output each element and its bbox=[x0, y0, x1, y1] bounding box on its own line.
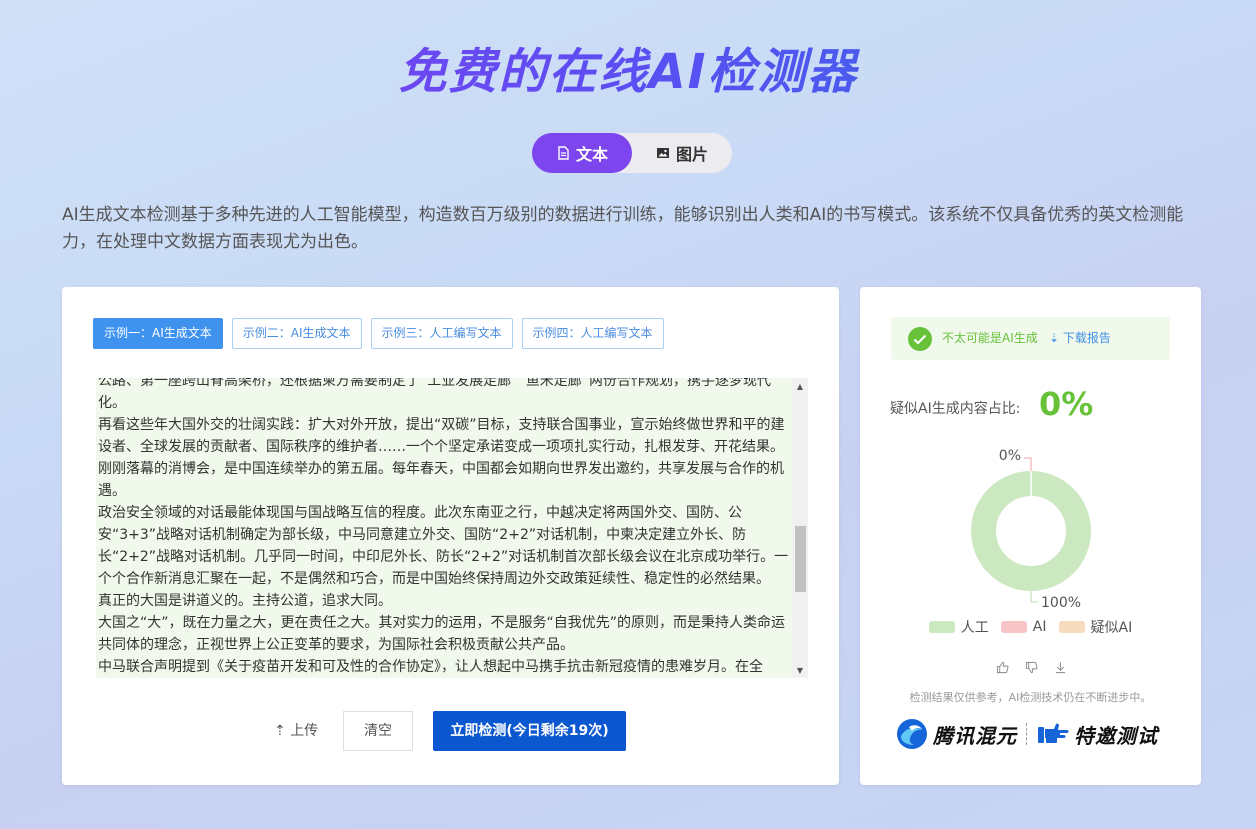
document-icon bbox=[558, 146, 569, 160]
scroll-up-arrow-icon[interactable]: ▲ bbox=[792, 378, 808, 394]
donut-slice-人工 bbox=[971, 471, 1091, 591]
result-status: 不太可能是AI生成 bbox=[942, 331, 1038, 345]
legend-label: 人工 bbox=[960, 620, 989, 636]
tab-text-label: 文本 bbox=[575, 145, 608, 164]
text-paragraph: 中马联合声明提到《关于疫苗开发和可及性的合作协定》，让人想起中马携手抗击新冠疫情… bbox=[98, 659, 763, 675]
ai-data-label: 0% bbox=[999, 448, 1021, 464]
result-donut-chart: 0% 100% bbox=[971, 448, 1091, 607]
text-paragraph: 大国之“大”，既在力量之大，更在责任之大。其对实力的运用，不是服务“自我优先”的… bbox=[98, 615, 786, 653]
intro-text: AI生成文本检测基于多种先进的人工智能模型，构造数百万级别的数据进行训练，能够识… bbox=[62, 205, 1184, 252]
special-test-text: 特邀测试 bbox=[1074, 723, 1158, 748]
legend-item-疑似AI[interactable]: 疑似AI bbox=[1058, 617, 1133, 637]
result-banner: 不太可能是AI生成 ⇣ 下载报告 bbox=[891, 317, 1170, 360]
check-circle-icon bbox=[908, 327, 932, 351]
brand-divider bbox=[1026, 723, 1027, 745]
legend-swatch bbox=[1058, 621, 1085, 633]
scroll-thumb[interactable] bbox=[795, 526, 806, 592]
action-bar: ⇡ 上传 清空 立即检测(今日剩余19次) bbox=[62, 711, 839, 751]
ai-label-leader bbox=[1024, 457, 1032, 471]
human-label-leader bbox=[1030, 591, 1038, 603]
download-icon: ⇣ bbox=[1049, 331, 1060, 345]
mode-toggle: 文本 图片 bbox=[532, 133, 732, 173]
legend-swatch bbox=[1000, 621, 1027, 633]
hunyuan-brand-text: 腾讯混元 bbox=[933, 723, 1017, 748]
result-panel: 不太可能是AI生成 ⇣ 下载报告 疑似AI生成内容占比: 0% 0% 100% 人… bbox=[860, 287, 1201, 785]
upload-icon: ⇡ bbox=[274, 723, 286, 739]
page-title: 免费的在线AI检测器 bbox=[0, 32, 1256, 102]
clear-button[interactable]: 清空 bbox=[343, 711, 413, 751]
example-buttons: 示例一：AI生成文本 示例二：AI生成文本 示例三：人工编写文本 示例四：人工编… bbox=[93, 318, 664, 349]
legend-label: 疑似AI bbox=[1090, 620, 1133, 636]
thumbs-down-icon[interactable] bbox=[1025, 661, 1038, 674]
download-icon[interactable] bbox=[1054, 661, 1067, 674]
scrollbar[interactable]: ▲ ▼ bbox=[792, 378, 808, 678]
text-paragraph: 公路、第一座跨山脊高架桥，还根据柬方需要制定了“工业发展走廊”“鱼米走廊”两份合… bbox=[98, 378, 772, 411]
chart-legend: 人工 AI 疑似AI bbox=[860, 617, 1201, 637]
text-input[interactable]: 公路、第一座跨山脊高架桥，还根据柬方需要制定了“工业发展走廊”“鱼米走廊”两份合… bbox=[96, 378, 808, 678]
disclaimer: 检测结果仅供参考，AI检测技术仍在不断进步中。 bbox=[909, 691, 1152, 704]
example-1-button[interactable]: 示例一：AI生成文本 bbox=[93, 318, 223, 349]
hunyuan-brand: 腾讯混元 bbox=[896, 718, 1017, 750]
thumbs-up-icon[interactable] bbox=[996, 661, 1009, 674]
legend-item-人工[interactable]: 人工 bbox=[928, 617, 989, 637]
example-2-button[interactable]: 示例二：AI生成文本 bbox=[231, 318, 362, 349]
download-report-label: 下载报告 bbox=[1062, 331, 1111, 345]
brand-bar: 腾讯混元 特邀测试 bbox=[896, 717, 1176, 751]
download-report-link[interactable]: ⇣ 下载报告 bbox=[1049, 317, 1111, 360]
upload-label: 上传 bbox=[290, 723, 319, 739]
tab-image-label: 图片 bbox=[675, 145, 708, 164]
text-paragraph: 政治安全领域的对话最能体现国与国战略互信的程度。此次东南亚之行，中越决定将两国外… bbox=[98, 505, 789, 587]
legend-label: AI bbox=[1032, 619, 1047, 635]
input-panel: 示例一：AI生成文本 示例二：AI生成文本 示例三：人工编写文本 示例四：人工编… bbox=[62, 287, 839, 785]
feedback-icons bbox=[996, 661, 1067, 674]
example-4-button[interactable]: 示例四：人工编写文本 bbox=[521, 318, 664, 349]
ai-ratio-value: 0% bbox=[1039, 385, 1094, 423]
pointing-hand-icon bbox=[1038, 723, 1069, 743]
hunyuan-logo-icon bbox=[897, 719, 927, 749]
text-input-content[interactable]: 公路、第一座跨山脊高架桥，还根据柬方需要制定了“工业发展走廊”“鱼米走廊”两份合… bbox=[96, 378, 792, 678]
legend-swatch bbox=[928, 621, 955, 633]
example-3-button[interactable]: 示例三：人工编写文本 bbox=[370, 318, 513, 349]
text-paragraph: 真正的大国是讲道义的。主持公道，追求大同。 bbox=[98, 593, 392, 609]
upload-button[interactable]: ⇡ 上传 bbox=[274, 711, 318, 751]
legend-item-AI[interactable]: AI bbox=[1000, 617, 1047, 637]
scroll-down-arrow-icon[interactable]: ▼ bbox=[792, 662, 808, 678]
human-data-label: 100% bbox=[1041, 595, 1081, 607]
detect-button[interactable]: 立即检测(今日剩余19次) bbox=[433, 711, 626, 751]
tab-text[interactable]: 文本 bbox=[532, 133, 632, 173]
tab-image[interactable]: 图片 bbox=[632, 133, 732, 173]
ai-ratio-label: 疑似AI生成内容占比: bbox=[890, 401, 1021, 417]
text-paragraph: 再看这些年大国外交的壮阔实践：扩大对外开放，提出“双碳”目标，支持联合国事业，宣… bbox=[98, 417, 785, 499]
image-icon bbox=[656, 148, 669, 158]
special-test-brand: 特邀测试 bbox=[1036, 720, 1158, 749]
